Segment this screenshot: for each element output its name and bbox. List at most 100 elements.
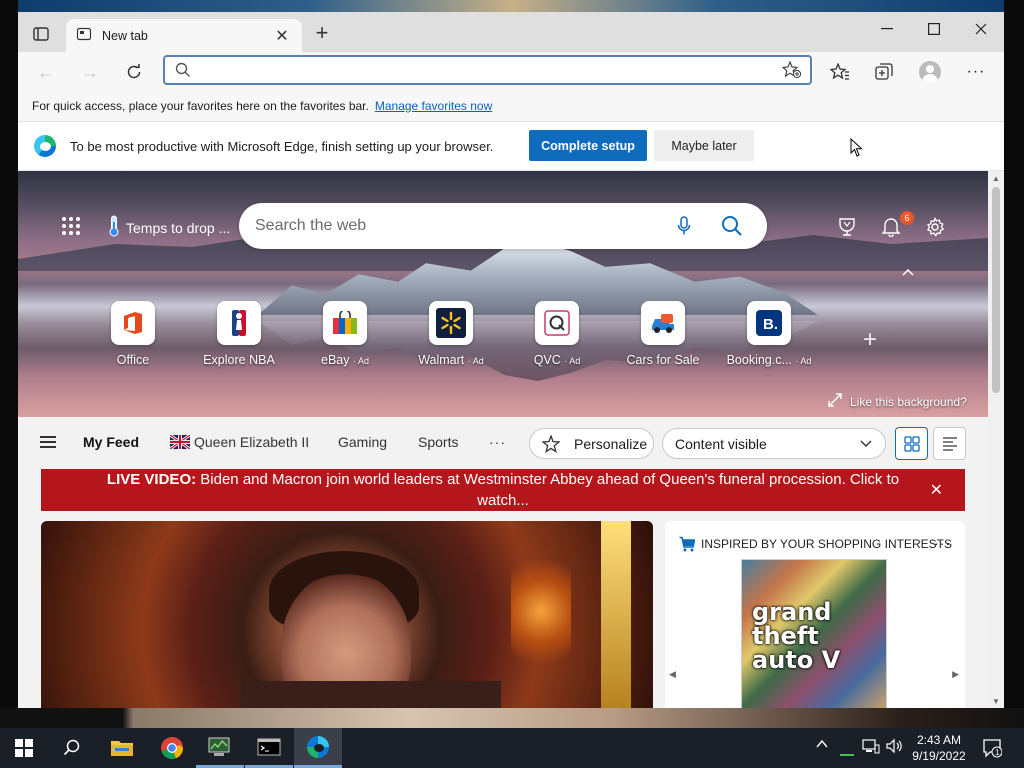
action-center-count: 1 (995, 748, 1000, 757)
carousel-prev-icon[interactable]: ◀ (669, 669, 676, 680)
carousel-next-icon[interactable]: ▶ (952, 669, 959, 680)
complete-setup-button[interactable]: Complete setup (529, 130, 647, 161)
back-button[interactable]: ← (33, 59, 59, 85)
favorites-bar-message: For quick access, place your favorites h… (32, 98, 369, 113)
tab-title: New tab (102, 28, 148, 43)
maybe-later-button[interactable]: Maybe later (654, 130, 754, 161)
nav-sports[interactable]: Sports (418, 434, 458, 450)
top-site-qvc[interactable]: QVC · Ad (507, 301, 607, 367)
close-banner-icon[interactable]: ✕ (930, 480, 943, 501)
product-image-gta-v[interactable]: grand theft auto V (741, 559, 887, 708)
mouse-cursor-icon (850, 138, 863, 157)
collections-icon[interactable] (873, 61, 895, 83)
top-site-nba[interactable]: Explore NBA (189, 301, 289, 367)
shopping-card-more[interactable]: ··· (934, 535, 951, 551)
settings-more-icon[interactable]: ··· (965, 61, 987, 83)
top-site-cars-for-sale[interactable]: Cars for Sale (613, 301, 713, 367)
nav-my-feed[interactable]: My Feed (83, 434, 139, 450)
breaking-text: Biden and Macron join world leaders at W… (200, 471, 900, 509)
tray-indicator-icon[interactable] (840, 746, 854, 761)
forward-button[interactable]: → (77, 59, 103, 85)
top-site-label: Booking.c... (726, 353, 792, 367)
toolbar: ← → ··· (18, 52, 1004, 90)
cars-icon (641, 301, 685, 345)
volume-icon[interactable] (886, 738, 904, 757)
top-site-label: Explore NBA (203, 353, 275, 367)
microphone-icon[interactable] (677, 216, 691, 239)
tab-strip: New tab ✕ + (18, 12, 1004, 52)
chrome-button[interactable] (148, 728, 196, 768)
content-visibility-select[interactable]: Content visible (662, 428, 886, 459)
windows-logo-icon (15, 739, 33, 757)
web-search-box[interactable]: Search the web (239, 203, 767, 249)
personalize-button[interactable]: Personalize (529, 428, 654, 459)
grid-icon (903, 435, 920, 452)
edge-logo-icon (34, 135, 56, 157)
nav-queen-elizabeth[interactable]: Queen Elizabeth II (170, 434, 309, 450)
refresh-button[interactable] (121, 59, 147, 85)
tab-actions-icon[interactable] (28, 23, 54, 45)
weather-widget[interactable]: Temps to drop ... (108, 215, 230, 240)
action-center-icon[interactable]: 1 (982, 738, 1003, 758)
top-site-office[interactable]: Office (83, 301, 183, 367)
nav-more[interactable]: ··· (489, 434, 506, 450)
new-tab-page: Temps to drop ... Search the web 6 Offic… (18, 171, 988, 708)
list-view-button[interactable] (933, 427, 966, 460)
grid-view-button[interactable] (895, 427, 928, 460)
file-explorer-button[interactable] (98, 728, 146, 768)
collapse-chevron-up-icon[interactable] (902, 263, 914, 279)
feed-navigation: My Feed Queen Elizabeth II Gaming Sports… (18, 417, 988, 469)
close-window-button[interactable] (958, 16, 1004, 42)
folder-icon (111, 741, 133, 756)
add-favorite-icon[interactable] (781, 60, 802, 82)
shopping-cart-icon (679, 536, 695, 552)
terminal-button[interactable] (245, 728, 293, 768)
app-launcher-icon[interactable] (62, 217, 80, 235)
top-site-booking[interactable]: B. Booking.c... · Ad (719, 301, 819, 367)
breaking-news-banner[interactable]: LIVE VIDEO: Biden and Macron join world … (41, 469, 965, 511)
show-hidden-icons-chevron-up-icon[interactable] (816, 738, 828, 753)
network-icon[interactable] (862, 738, 880, 757)
thermometer-icon (108, 215, 120, 240)
tab-close-icon[interactable]: ✕ (272, 26, 292, 46)
nba-icon (217, 301, 261, 345)
taskbar-clock[interactable]: 2:43 AM 9/19/2022 (912, 732, 966, 764)
top-site-walmart[interactable]: Walmart · Ad (401, 301, 501, 367)
menu-hamburger-icon[interactable] (40, 436, 56, 448)
scrollbar-thumb[interactable] (992, 187, 1000, 393)
rewards-icon[interactable] (835, 215, 859, 239)
nav-gaming[interactable]: Gaming (338, 434, 387, 450)
edge-taskbar-button[interactable] (294, 728, 342, 768)
tab-new-tab[interactable]: New tab ✕ (66, 19, 302, 52)
favorites-icon[interactable] (829, 61, 851, 83)
minimize-button[interactable] (864, 16, 910, 42)
news-card-hero-image[interactable] (41, 521, 653, 708)
top-site-label: Office (116, 353, 150, 367)
taskbar-app-monitor-button[interactable] (196, 728, 244, 768)
windows-taskbar: 2:43 AM 9/19/2022 1 (0, 728, 1024, 768)
booking-icon: B. (747, 301, 791, 345)
address-bar[interactable] (163, 55, 812, 85)
like-background-link[interactable]: Like this background? (828, 393, 967, 410)
command-prompt-icon (257, 738, 281, 755)
top-site-label: eBay (321, 353, 350, 367)
edge-browser-window: New tab ✕ + ← → ··· For quick access, pl… (18, 12, 1004, 708)
scroll-down-arrow-icon[interactable]: ▼ (992, 697, 1000, 706)
chrome-icon (161, 736, 184, 760)
search-submit-icon[interactable] (721, 215, 743, 240)
shopping-card: INSPIRED BY YOUR SHOPPING INTERESTS ··· … (665, 521, 965, 708)
vertical-scrollbar[interactable]: ▲ ▼ (988, 171, 1004, 708)
maximize-button[interactable] (911, 16, 957, 42)
search-taskbar-button[interactable] (48, 728, 96, 768)
top-site-label: Walmart (418, 353, 465, 367)
scroll-up-arrow-icon[interactable]: ▲ (992, 174, 1000, 183)
manage-favorites-link[interactable]: Manage favorites now (375, 99, 492, 113)
add-site-plus-icon[interactable]: + (863, 326, 877, 354)
top-site-ebay[interactable]: eBay · Ad (295, 301, 395, 367)
shopping-card-header: INSPIRED BY YOUR SHOPPING INTERESTS (679, 536, 952, 552)
start-button[interactable] (0, 728, 48, 768)
profile-avatar[interactable] (919, 61, 941, 83)
page-settings-gear-icon[interactable] (923, 215, 947, 239)
new-tab-button[interactable]: + (310, 22, 334, 46)
chevron-down-icon (859, 436, 873, 453)
